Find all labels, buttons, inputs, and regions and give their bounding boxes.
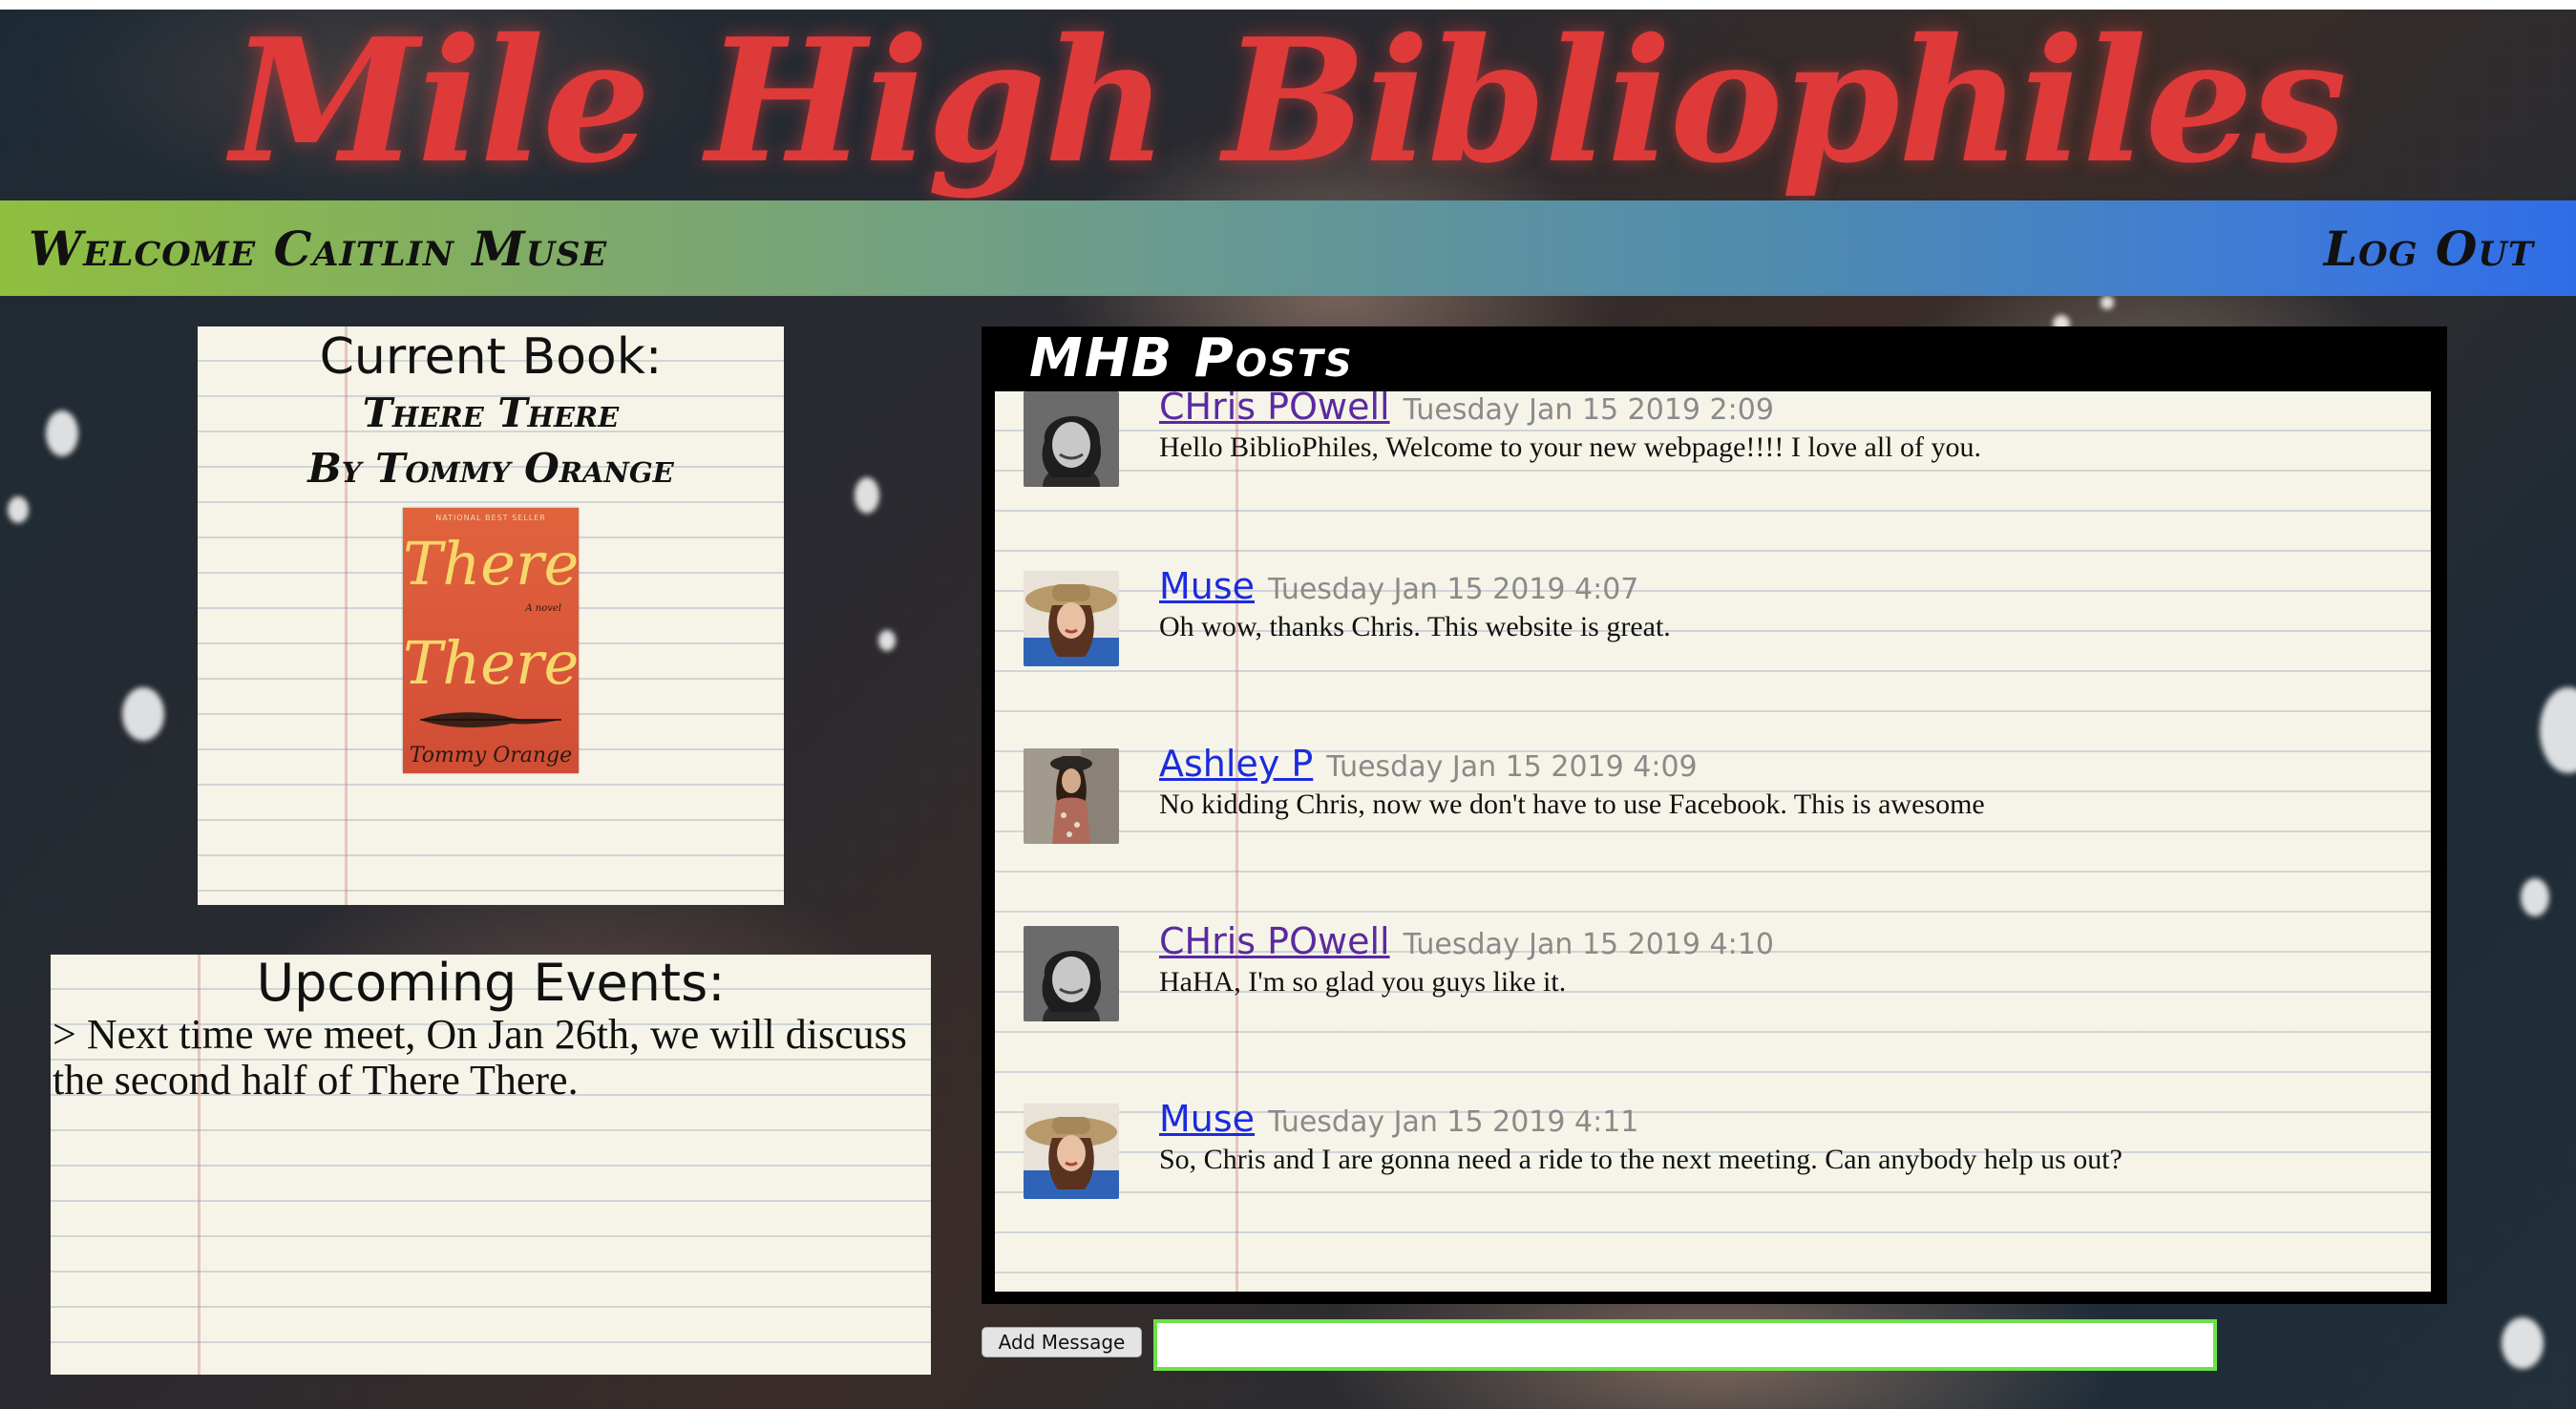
feather-icon <box>420 712 561 728</box>
post-author-link[interactable]: Muse <box>1159 1098 1255 1140</box>
post-message: No kidding Chris, now we don't have to u… <box>1159 789 1985 820</box>
cover-author: Tommy Orange <box>409 744 573 768</box>
cover-title-line1: There <box>403 529 579 599</box>
bokeh-light <box>2521 878 2549 916</box>
bokeh-light <box>46 410 78 456</box>
message-input[interactable] <box>1153 1319 2217 1371</box>
bokeh-light <box>122 687 164 741</box>
cover-badge: NATIONAL BEST SELLER <box>435 514 546 522</box>
post-author-link[interactable]: CHris POwell <box>1159 920 1390 962</box>
site-title: Mile High Bibliophiles <box>230 1 2347 200</box>
bokeh-light <box>8 496 29 523</box>
woman-hat-avatar <box>1024 571 1119 666</box>
bokeh-light <box>2101 296 2114 309</box>
post-author-link[interactable]: CHris POwell <box>1159 391 1390 428</box>
post-timestamp: Tuesday Jan 15 2019 4:10 <box>1403 928 1774 961</box>
logout-link[interactable]: Log Out <box>2324 221 2534 277</box>
welcome-message: Welcome Caitlin Muse <box>29 220 608 277</box>
post-message: Oh wow, thanks Chris. This website is gr… <box>1159 611 1671 642</box>
woman-avatar <box>1024 748 1119 844</box>
add-message-button[interactable]: Add Message <box>982 1327 1142 1357</box>
current-book-heading: Current Book: <box>319 328 663 386</box>
post-message: HaHA, I'm so glad you guys like it. <box>1159 966 1567 998</box>
post-author-link[interactable]: Muse <box>1159 565 1255 607</box>
upcoming-events-card: Upcoming Events: > Next time we meet, On… <box>51 955 931 1375</box>
post-author-link[interactable]: Ashley P <box>1159 743 1313 785</box>
events-heading: Upcoming Events: <box>256 953 726 1013</box>
current-book-title: There There <box>362 389 620 436</box>
man-avatar <box>1024 926 1119 1021</box>
book-cover-image: NATIONAL BEST SELLER There A novel There… <box>403 508 579 773</box>
bokeh-light <box>855 477 879 514</box>
man-avatar <box>1024 391 1119 487</box>
current-book-card: Current Book: There There By Tommy Orang… <box>198 326 784 905</box>
post-timestamp: Tuesday Jan 15 2019 4:09 <box>1326 750 1698 784</box>
post-timestamp: Tuesday Jan 15 2019 2:09 <box>1403 393 1774 427</box>
post-item: Muse Tuesday Jan 15 2019 4:11 So, Chris a… <box>995 1098 2431 1209</box>
woman-hat-avatar <box>1024 1104 1119 1199</box>
cover-subtitle: A novel <box>525 603 561 614</box>
post-message: So, Chris and I are gonna need a ride to… <box>1159 1144 2122 1175</box>
event-item: > Next time we meet, On Jan 26th, we wil… <box>53 1011 907 1104</box>
posts-panel: MHB Posts CHris POwell Tuesday Jan 15 201… <box>982 326 2447 1304</box>
post-timestamp: Tuesday Jan 15 2019 4:07 <box>1268 573 1639 606</box>
current-book-byline: By Tommy Orange <box>307 445 674 492</box>
bokeh-light <box>878 630 896 651</box>
bokeh-light <box>2540 687 2576 773</box>
posts-title: MHB Posts <box>1029 327 1354 389</box>
cover-title-line2: There <box>403 628 579 698</box>
post-message: Hello BiblioPhiles, Welcome to your new … <box>1159 431 1981 463</box>
post-item: CHris POwell Tuesday Jan 15 2019 2:09 Hel… <box>995 391 2431 496</box>
bokeh-light <box>2502 1317 2544 1369</box>
post-timestamp: Tuesday Jan 15 2019 4:11 <box>1268 1105 1639 1139</box>
posts-list[interactable]: CHris POwell Tuesday Jan 15 2019 2:09 Hel… <box>995 391 2431 1292</box>
welcome-bar: Welcome Caitlin Muse Log Out <box>0 200 2576 296</box>
post-item: Muse Tuesday Jan 15 2019 4:07 Oh wow, tha… <box>995 565 2431 676</box>
post-item: Ashley P Tuesday Jan 15 2019 4:09 No kidd… <box>995 743 2431 853</box>
post-item: CHris POwell Tuesday Jan 15 2019 4:10 HaH… <box>995 920 2431 1031</box>
